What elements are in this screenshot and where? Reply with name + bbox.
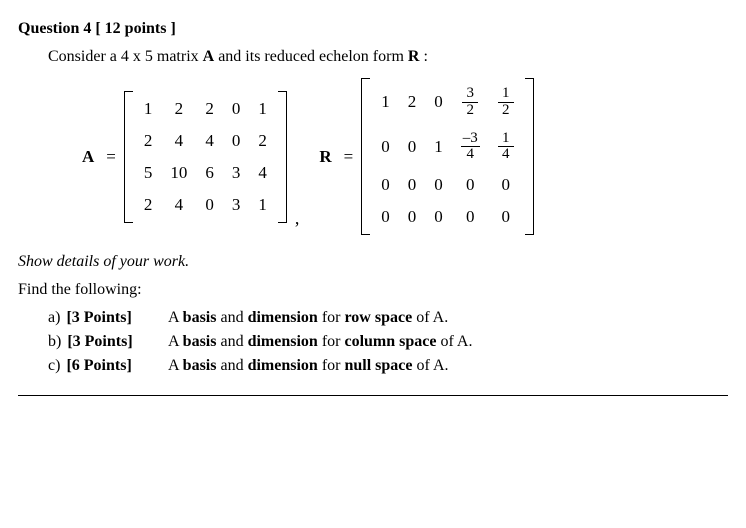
intro-matrix-a: A xyxy=(203,48,215,65)
part-text: A basis and dimension for row space of A… xyxy=(168,309,448,327)
matrix-cell: 0 xyxy=(489,169,523,201)
matrix-cell: 10 xyxy=(161,157,196,189)
part-label: b) [3 Points] xyxy=(48,333,168,351)
matrix-cell: 32 xyxy=(452,80,489,125)
matrix-cell: 14 xyxy=(489,125,523,170)
right-bracket-icon xyxy=(278,91,287,223)
matrix-cell: 0 xyxy=(425,201,452,233)
matrix-r-label: R xyxy=(315,147,335,167)
matrix-cell: 0 xyxy=(452,169,489,201)
matrix-cell: 0 xyxy=(452,201,489,233)
matrix-cell: 4 xyxy=(196,125,223,157)
part-letter: b) xyxy=(48,333,61,350)
matrix-cell: 1 xyxy=(135,93,162,125)
matrix-cell: 0 xyxy=(372,201,399,233)
show-details-note: Show details of your work. xyxy=(18,253,728,271)
matrix-cell: 2 xyxy=(135,189,162,221)
part-letter: c) xyxy=(48,357,60,374)
intro-text-mid: and its reduced echelon form xyxy=(214,48,408,65)
part-points: [6 Points] xyxy=(66,357,131,374)
matrix-cell: 2 xyxy=(196,93,223,125)
parts-list: a) [3 Points] A basis and dimension for ro… xyxy=(48,309,728,375)
matrix-cell: 0 xyxy=(425,169,452,201)
intro-text-pre: Consider a 4 x 5 matrix xyxy=(48,48,203,65)
left-bracket-icon xyxy=(361,78,370,235)
intro-matrix-r: R xyxy=(408,48,420,65)
left-bracket-icon xyxy=(124,91,133,223)
matrix-cell: 12 xyxy=(489,80,523,125)
right-bracket-icon xyxy=(525,78,534,235)
part-letter: a) xyxy=(48,309,60,326)
matrix-cell: –34 xyxy=(452,125,489,170)
part-label: a) [3 Points] xyxy=(48,309,168,327)
part-points: [3 Points] xyxy=(67,333,132,350)
question-part: a) [3 Points] A basis and dimension for ro… xyxy=(48,309,728,327)
matrix-cell: 0 xyxy=(399,201,426,233)
matrix-cell: 1 xyxy=(249,93,276,125)
matrix-a-label: A xyxy=(78,147,98,167)
question-part: c) [6 Points] A basis and dimension for nu… xyxy=(48,357,728,375)
question-heading: Question 4 [ 12 points ] xyxy=(18,20,728,38)
matrix-cell: 3 xyxy=(223,189,250,221)
matrix-cell: 1 xyxy=(249,189,276,221)
equation-comma: , xyxy=(291,208,312,235)
matrix-cell: 4 xyxy=(161,189,196,221)
equals-sign-a: = xyxy=(102,147,120,167)
part-points: [3 Points] xyxy=(66,309,131,326)
find-heading: Find the following: xyxy=(18,281,728,299)
matrix-cell: 0 xyxy=(399,169,426,201)
matrix-cell: 0 xyxy=(425,80,452,125)
matrix-cell: 2 xyxy=(249,125,276,157)
matrix-r: 1203212001–34140000000000 xyxy=(361,78,534,235)
matrix-cell: 6 xyxy=(196,157,223,189)
matrix-cell: 0 xyxy=(196,189,223,221)
part-text: A basis and dimension for null space of … xyxy=(168,357,449,375)
matrix-equation-row: A = 122012440251063424031 , R = 12032120… xyxy=(78,78,728,235)
question-part: b) [3 Points] A basis and dimension for co… xyxy=(48,333,728,351)
matrix-cell: 4 xyxy=(249,157,276,189)
matrix-cell: 0 xyxy=(223,93,250,125)
matrix-cell: 2 xyxy=(161,93,196,125)
intro-text-post: : xyxy=(419,48,427,65)
matrix-cell: 1 xyxy=(372,80,399,125)
matrix-cell: 0 xyxy=(372,169,399,201)
matrix-a: 122012440251063424031 xyxy=(124,91,287,223)
matrix-cell: 5 xyxy=(135,157,162,189)
matrix-cell: 0 xyxy=(399,125,426,170)
matrix-cell: 2 xyxy=(135,125,162,157)
matrix-cell: 1 xyxy=(425,125,452,170)
question-end-rule xyxy=(18,395,728,396)
question-intro: Consider a 4 x 5 matrix A and its reduce… xyxy=(48,48,728,66)
matrix-cell: 0 xyxy=(223,125,250,157)
part-label: c) [6 Points] xyxy=(48,357,168,375)
matrix-cell: 0 xyxy=(489,201,523,233)
matrix-cell: 2 xyxy=(399,80,426,125)
matrix-cell: 4 xyxy=(161,125,196,157)
part-text: A basis and dimension for column space o… xyxy=(168,333,472,351)
matrix-cell: 3 xyxy=(223,157,250,189)
equals-sign-r: = xyxy=(340,147,358,167)
matrix-cell: 0 xyxy=(372,125,399,170)
